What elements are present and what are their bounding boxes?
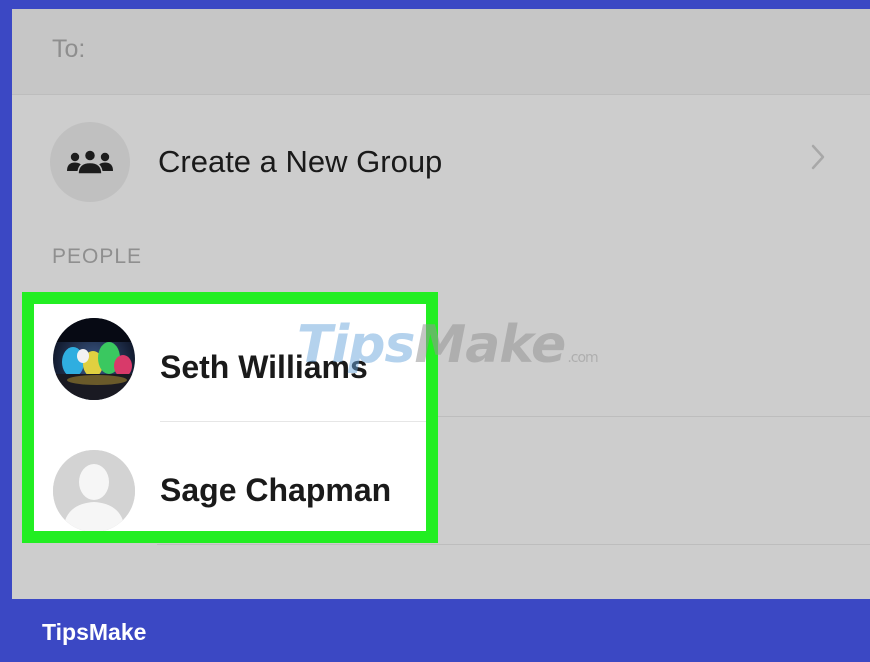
- section-label-people: PEOPLE: [52, 245, 143, 268]
- create-group-label: Create a New Group: [158, 144, 443, 179]
- brand-label: TipsMake: [42, 619, 147, 645]
- messenger-screen: To: Create a New Group PEOPLE Seth Willi…: [12, 9, 870, 599]
- to-label: To:: [52, 35, 86, 63]
- to-field[interactable]: To:: [12, 9, 870, 95]
- list-divider: [157, 544, 870, 545]
- watermark-logo: TipsMake .com: [297, 315, 599, 375]
- default-avatar: [53, 450, 135, 531]
- chevron-right-icon: [811, 144, 825, 170]
- group-icon: [50, 122, 130, 202]
- frame: To: Create a New Group PEOPLE Seth Willi…: [0, 0, 870, 662]
- contact-row-sage-chapman[interactable]: Sage Chapman: [34, 428, 426, 531]
- photo-avatar: [53, 318, 135, 400]
- contact-name: Sage Chapman: [160, 472, 392, 508]
- list-divider: [160, 421, 426, 422]
- create-group-row[interactable]: Create a New Group: [12, 105, 870, 215]
